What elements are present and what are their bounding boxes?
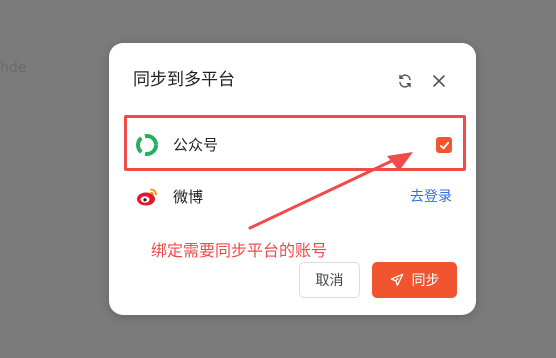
annotation-text: 绑定需要同步平台的账号 bbox=[151, 241, 328, 260]
weibo-icon bbox=[137, 188, 157, 206]
login-link[interactable]: 去登录 bbox=[410, 188, 452, 206]
cancel-button[interactable]: 取消 bbox=[299, 262, 360, 298]
sync-button-label: 同步 bbox=[411, 273, 440, 289]
platform-name: 微博 bbox=[173, 188, 204, 206]
sync-button[interactable]: 同步 bbox=[372, 262, 457, 298]
background-partial-text: hde bbox=[0, 60, 27, 76]
highlight-box bbox=[124, 115, 466, 171]
sync-dialog: 同步到多平台 公众号 微博 去登录 取消 同步 bbox=[109, 43, 476, 315]
close-icon bbox=[433, 75, 445, 87]
send-icon bbox=[390, 273, 403, 286]
refresh-button[interactable] bbox=[395, 71, 415, 91]
close-button[interactable] bbox=[429, 71, 449, 91]
platform-row-weibo: 微博 去登录 bbox=[133, 177, 453, 217]
dialog-title: 同步到多平台 bbox=[133, 70, 235, 90]
refresh-icon bbox=[399, 74, 411, 88]
